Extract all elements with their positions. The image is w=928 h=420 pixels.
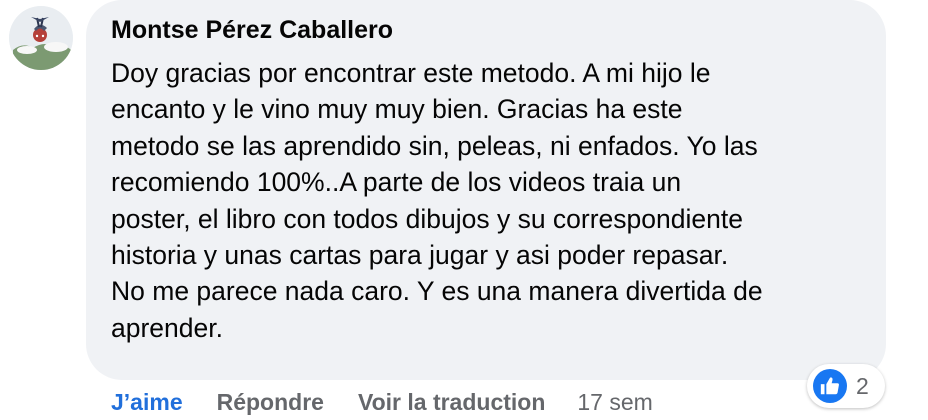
reaction-count: 2 — [856, 372, 869, 399]
comment-text-line: metodo se las aprendido sin, peleas, ni … — [111, 130, 758, 161]
comment-timestamp[interactable]: 17 sem — [577, 389, 652, 416]
comment-text-line: aprender. — [111, 312, 223, 343]
comment-text-line: No me parece nada caro. Y es una manera … — [111, 276, 763, 307]
comment-text-line: encanto y le vino muy muy bien. Gracias … — [111, 94, 683, 125]
comment-text-line: historia y unas cartas para jugar y asi … — [111, 240, 729, 271]
comment-author[interactable]: Montse Pérez Caballero — [111, 16, 393, 45]
comment-container: Montse Pérez Caballero Doy gracias por e… — [0, 0, 928, 420]
avatar[interactable] — [9, 6, 73, 70]
translate-button[interactable]: Voir la traduction — [358, 389, 545, 416]
reply-button[interactable]: Répondre — [217, 389, 324, 416]
like-thumbs-up-icon — [813, 369, 847, 403]
comment-text-line: poster, el libro con todos dibujos y su … — [111, 203, 743, 234]
comment-actions: J’aime Répondre Voir la traduction 17 se… — [111, 387, 653, 417]
comment-text-line: recomiendo 100%..A parte de los videos t… — [111, 167, 682, 198]
comment-text-line: Doy gracias por encontrar este metodo. A… — [111, 58, 711, 88]
reaction-summary[interactable]: 2 — [807, 364, 885, 408]
avatar-illustration — [9, 6, 73, 70]
like-button[interactable]: J’aime — [111, 389, 183, 416]
comment-text: Doy gracias por encontrar este metodo. A… — [111, 55, 871, 346]
